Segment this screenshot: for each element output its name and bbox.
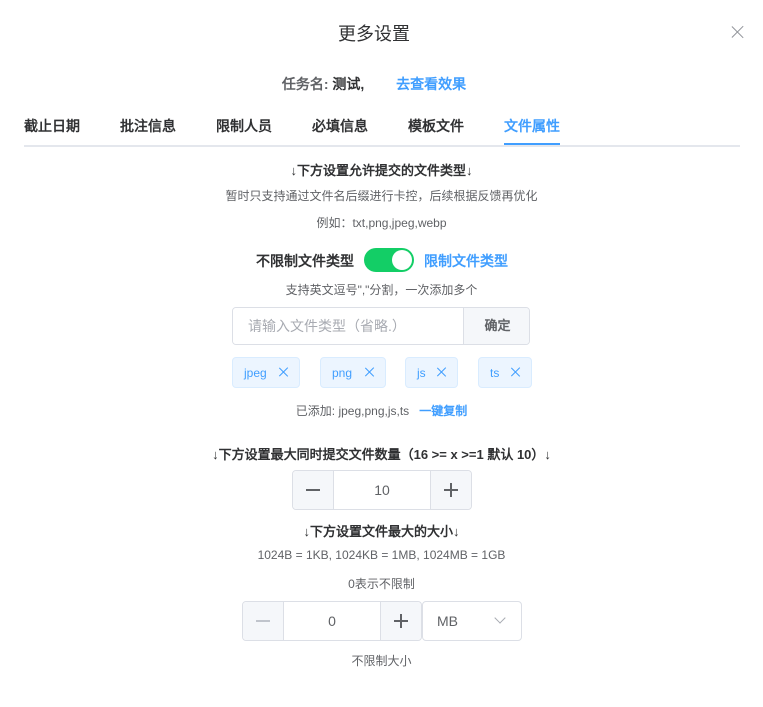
filetype-heading: ↓下方设置允许提交的文件类型↓ [290, 163, 473, 178]
filetype-switch-row: 不限制文件类型 限制文件类型 [0, 248, 763, 272]
size-unit-value: MB [437, 613, 458, 629]
increase-button[interactable] [430, 471, 471, 509]
task-name-value: 测试, [332, 76, 365, 92]
filetype-note: 暂时只支持通过文件名后缀进行卡控，后续根据反馈再优化 [225, 189, 538, 203]
tag-label: ts [490, 366, 500, 380]
confirm-button[interactable]: 确定 [463, 308, 529, 344]
decrease-button[interactable] [293, 471, 334, 509]
size-zero-note: 0表示不限制 [348, 577, 415, 591]
minus-icon [256, 620, 270, 622]
filetype-tag: js [405, 357, 458, 388]
dialog-title: 更多设置 [338, 24, 410, 44]
chevron-down-icon [494, 612, 506, 624]
size-unit-select[interactable]: MB [422, 601, 522, 641]
filetype-input-group: 确定 [232, 307, 530, 345]
filetype-tag: ts [478, 357, 532, 388]
tag-label: jpeg [244, 366, 267, 380]
tab-annotation[interactable]: 批注信息 [120, 116, 176, 136]
size-units-note: 1024B = 1KB, 1024KB = 1MB, 1024MB = 1GB [257, 548, 506, 562]
tag-label: png [332, 366, 353, 380]
added-types-text: 已添加: jpeg,png,js,ts [295, 404, 410, 418]
decrease-button[interactable] [243, 602, 284, 640]
task-info: 任务名: 测试, 去查看效果 [0, 74, 748, 94]
tab-restrict-people[interactable]: 限制人员 [216, 116, 272, 136]
view-effect-link[interactable]: 去查看效果 [396, 76, 466, 92]
tab-required-info[interactable]: 必填信息 [312, 116, 368, 136]
active-tab-indicator [504, 143, 560, 145]
filetype-example: 例如：txt,png,jpeg,webp [316, 216, 447, 230]
copy-all-link[interactable]: 一键复制 [419, 404, 467, 418]
more-settings-dialog: 更多设置 任务名: 测试, 去查看效果 截止日期 批注信息 限制人员 必填信息 … [0, 0, 763, 707]
tag-label: js [417, 366, 426, 380]
close-icon[interactable] [436, 366, 448, 378]
size-status: 不限制大小 [351, 654, 412, 668]
filetype-tag: jpeg [232, 357, 300, 388]
count-heading: ↓下方设置最大同时提交文件数量（16 >= x >=1 默认 10）↓ [212, 447, 551, 462]
tab-file-attributes[interactable]: 文件属性 [504, 116, 560, 136]
added-types-row: 已添加: jpeg,png,js,ts 一键复制 [0, 402, 763, 419]
close-icon[interactable] [510, 366, 522, 378]
settings-tabs: 截止日期 批注信息 限制人员 必填信息 模板文件 文件属性 [24, 108, 740, 147]
filetype-tag: png [320, 357, 386, 388]
task-name-label: 任务名: [281, 76, 329, 92]
tab-template-file[interactable]: 模板文件 [408, 116, 464, 136]
increase-button[interactable] [380, 602, 421, 640]
restrict-filetype-switch[interactable] [364, 248, 414, 272]
close-icon[interactable] [364, 366, 376, 378]
file-count-value[interactable]: 10 [333, 471, 431, 509]
filetype-input[interactable] [233, 308, 463, 344]
tab-deadline[interactable]: 截止日期 [24, 116, 80, 136]
close-icon[interactable] [731, 25, 745, 39]
switch-off-label: 不限制文件类型 [256, 253, 354, 269]
minus-icon [306, 489, 320, 491]
switch-knob [392, 250, 412, 270]
file-size-value[interactable]: 0 [283, 602, 381, 640]
comma-hint: 支持英文逗号","分割，一次添加多个 [285, 283, 478, 297]
file-size-stepper: 0 [242, 601, 422, 641]
close-icon[interactable] [278, 366, 290, 378]
file-count-stepper: 10 [292, 470, 472, 510]
switch-on-label: 限制文件类型 [424, 253, 508, 269]
size-heading: ↓下方设置文件最大的大小↓ [303, 524, 460, 539]
